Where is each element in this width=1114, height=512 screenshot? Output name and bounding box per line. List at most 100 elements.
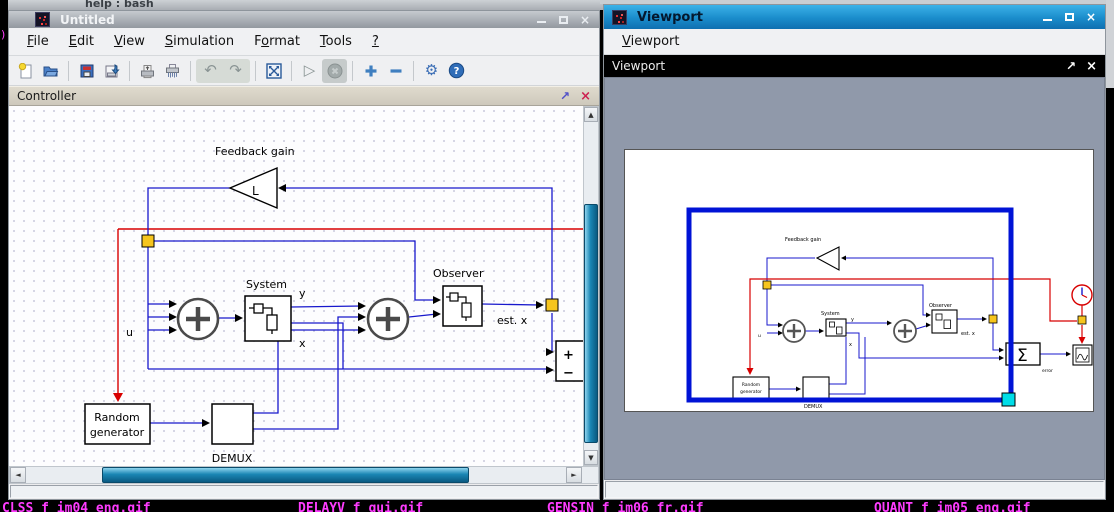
new-button[interactable]: [13, 59, 38, 83]
scroll-right-button[interactable]: ►: [566, 467, 582, 483]
zoom-out-icon: [388, 63, 404, 79]
editor-toolbar: ↶ ↷ ▷ ⚙: [9, 56, 599, 86]
vertical-scrollbar[interactable]: ▲ ▼: [583, 106, 599, 466]
horizontal-scroll-thumb[interactable]: [102, 467, 469, 483]
error-sum-block[interactable]: + −: [556, 341, 583, 381]
horizontal-scroll-track[interactable]: [26, 467, 566, 483]
export-button[interactable]: [99, 59, 124, 83]
detach-panel-icon[interactable]: ↗: [560, 89, 570, 103]
mini-system-block[interactable]: [826, 319, 846, 336]
viewport-content: Random generator Σ + −: [604, 77, 1105, 480]
close-button[interactable]: ×: [1083, 9, 1099, 25]
menu-edit[interactable]: Edit: [59, 30, 104, 53]
close-button[interactable]: ×: [577, 13, 593, 26]
background-window-titlebar: help : bash: [0, 0, 604, 10]
gain-label: L: [252, 184, 259, 198]
mini-clock-block[interactable]: [1072, 285, 1092, 305]
viewport-titlebar[interactable]: Viewport ×: [604, 5, 1105, 29]
start-simulation-button[interactable]: ▷: [297, 59, 322, 83]
export-icon: [103, 63, 120, 79]
sum-block-1[interactable]: [178, 299, 218, 339]
save-button[interactable]: [74, 59, 99, 83]
shredder-button[interactable]: [160, 59, 185, 83]
gain-block[interactable]: L: [230, 168, 277, 208]
gear-icon: ⚙: [425, 63, 438, 78]
sum-block-2[interactable]: [368, 299, 408, 339]
mini-random-generator-block[interactable]: Random generator: [733, 377, 769, 401]
terminal-filename: GENSIN_f_im06_fr.gif: [547, 501, 704, 512]
diagram-canvas[interactable]: L: [9, 106, 583, 466]
menu-help[interactable]: ?: [362, 30, 389, 53]
viewport-panel-header: Viewport ↗ ×: [604, 55, 1105, 77]
close-panel-icon[interactable]: ×: [580, 89, 591, 104]
undo-button[interactable]: ↶: [198, 59, 223, 83]
viewport-statusbar: [605, 481, 1104, 498]
controller-panel-header: Controller ↗ ×: [9, 86, 599, 106]
mini-sum-block-2[interactable]: [894, 320, 916, 342]
mini-link-point[interactable]: [1078, 316, 1086, 324]
redo-icon: ↷: [229, 63, 242, 78]
menu-simulation[interactable]: Simulation: [155, 30, 244, 53]
scroll-left-button[interactable]: ◄: [10, 467, 26, 483]
menu-format[interactable]: Format: [244, 30, 310, 53]
minimize-button[interactable]: [1039, 9, 1055, 25]
print-button[interactable]: [135, 59, 160, 83]
link-point[interactable]: [546, 299, 558, 311]
maximize-icon: [559, 16, 568, 24]
detach-panel-icon[interactable]: ↗: [1066, 59, 1076, 73]
scroll-up-button[interactable]: ▲: [584, 107, 598, 122]
y-label: y: [299, 287, 306, 300]
viewport-mini-canvas[interactable]: Random generator Σ + −: [624, 149, 1094, 412]
close-panel-icon[interactable]: ×: [1086, 59, 1097, 74]
mini-link-point[interactable]: [763, 281, 771, 289]
mini-sum-block-1[interactable]: [783, 320, 805, 342]
random-generator-block[interactable]: Random generator: [85, 404, 150, 444]
zoom-in-button[interactable]: [358, 59, 383, 83]
system-block[interactable]: [245, 296, 291, 341]
horizontal-scrollbar[interactable]: ◄ ►: [9, 466, 599, 484]
menu-view[interactable]: View: [104, 30, 155, 53]
open-icon: [42, 63, 59, 79]
editor-window-title: Untitled: [60, 13, 115, 27]
menu-viewport[interactable]: Viewport: [612, 30, 690, 53]
stop-simulation-button[interactable]: [322, 59, 347, 83]
scroll-down-button[interactable]: ▼: [584, 450, 598, 465]
help-button[interactable]: ?: [444, 59, 469, 83]
shredder-icon: [164, 63, 181, 79]
mini-gain-block[interactable]: [817, 247, 839, 270]
svg-text:?: ?: [454, 66, 460, 77]
viewport-resize-handle[interactable]: [1002, 393, 1015, 406]
editor-titlebar[interactable]: Untitled ×: [9, 11, 599, 28]
maximize-button[interactable]: [555, 13, 571, 26]
demux-block[interactable]: [212, 404, 253, 444]
terminal-right-edge: [1106, 0, 1114, 512]
zoom-out-button[interactable]: [383, 59, 408, 83]
minimize-button[interactable]: [533, 13, 549, 26]
svg-text:Random: Random: [742, 382, 760, 388]
menu-tools[interactable]: Tools: [310, 30, 362, 53]
redo-button[interactable]: ↷: [223, 59, 248, 83]
observer-block[interactable]: [443, 286, 482, 326]
mini-scope-block[interactable]: [1073, 345, 1092, 365]
maximize-button[interactable]: [1061, 9, 1077, 25]
help-icon: ?: [448, 62, 465, 79]
vertical-scroll-thumb[interactable]: [584, 204, 598, 443]
undo-icon: ↶: [204, 63, 217, 78]
svg-text:−: −: [563, 366, 574, 381]
activation-arrows: [113, 393, 123, 402]
viewport-frame[interactable]: [689, 210, 1011, 400]
u-label: u: [126, 326, 133, 339]
link-point[interactable]: [142, 235, 154, 247]
undo-redo-group: ↶ ↷: [196, 59, 250, 83]
fit-to-view-button[interactable]: [261, 59, 286, 83]
vertical-scroll-track[interactable]: [584, 122, 598, 450]
mini-link-point[interactable]: [989, 315, 997, 323]
stop-icon: [327, 63, 343, 79]
mini-demux-block[interactable]: [803, 377, 829, 401]
menu-file[interactable]: File: [17, 30, 59, 53]
mini-observer-block[interactable]: [932, 310, 957, 333]
open-button[interactable]: [38, 59, 63, 83]
est-x-label: est. x: [497, 314, 528, 327]
mini-wire-arrows: [778, 256, 1071, 392]
settings-button[interactable]: ⚙: [419, 59, 444, 83]
